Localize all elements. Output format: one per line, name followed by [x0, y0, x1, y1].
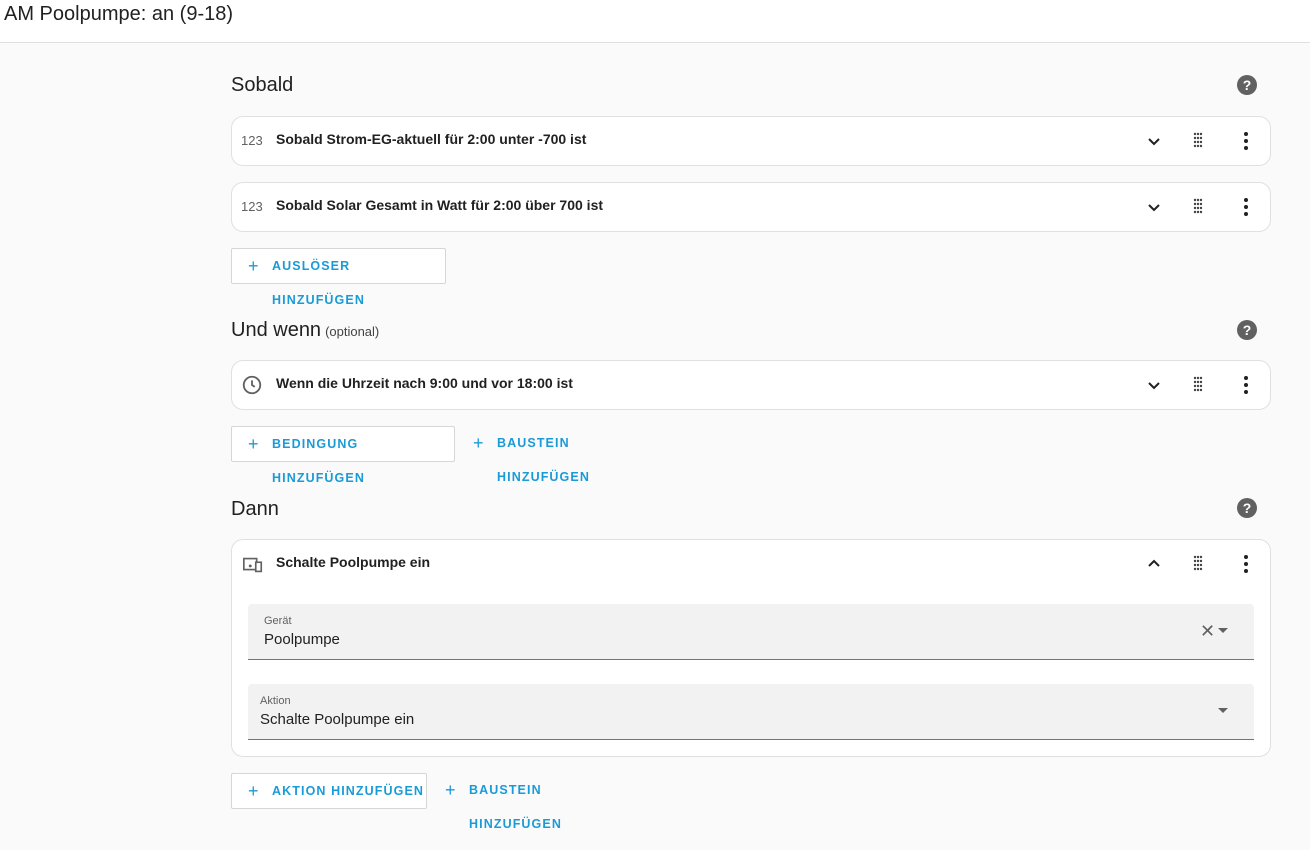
plus-icon: +: [248, 781, 259, 801]
top-bar: AM Poolpumpe: an (9-18): [0, 0, 1310, 43]
plus-icon: +: [248, 256, 259, 276]
chevron-up-icon[interactable]: [1142, 552, 1166, 576]
add-trigger-label: AUSLÖSER HINZUFÜGEN: [272, 259, 365, 307]
numeric-icon: 123: [241, 133, 263, 148]
action-card: Schalte Poolpumpe ein Gerät Poolpumpe ✕ …: [231, 539, 1271, 757]
menu-down-icon[interactable]: [1218, 708, 1228, 713]
chevron-down-icon[interactable]: [1142, 373, 1166, 397]
drag-handle-icon[interactable]: [1186, 373, 1210, 397]
action-select-field[interactable]: Aktion Schalte Poolpumpe ein: [248, 684, 1254, 740]
add-building-block-label: BAUSTEIN HINZUFÜGEN: [469, 783, 562, 831]
optional-label: (optional): [325, 324, 380, 339]
clock-icon: [242, 375, 262, 395]
condition-row[interactable]: Wenn die Uhrzeit nach 9:00 und vor 18:00…: [231, 360, 1271, 410]
add-action-label: AKTION HINZUFÜGEN: [272, 784, 425, 798]
chevron-down-icon[interactable]: [1142, 129, 1166, 153]
devices-icon: [243, 557, 263, 573]
condition-label: Wenn die Uhrzeit nach 9:00 und vor 18:00…: [276, 375, 573, 391]
plus-icon: +: [445, 780, 456, 800]
add-building-block-button[interactable]: + BAUSTEIN HINZUFÜGEN: [457, 426, 667, 484]
close-icon[interactable]: ✕: [1200, 621, 1215, 642]
triggers-help-icon[interactable]: ?: [1237, 75, 1257, 95]
dots-vertical-icon[interactable]: [1234, 195, 1258, 219]
dots-vertical-icon[interactable]: [1234, 373, 1258, 397]
chevron-down-icon[interactable]: [1142, 195, 1166, 219]
add-trigger-button[interactable]: + AUSLÖSER HINZUFÜGEN: [231, 248, 446, 307]
trigger-label: Sobald Strom-EG-aktuell für 2:00 unter -…: [276, 131, 587, 147]
drag-handle-icon[interactable]: [1186, 552, 1210, 576]
dots-vertical-icon[interactable]: [1234, 552, 1258, 576]
device-select-field[interactable]: Gerät Poolpumpe ✕: [248, 604, 1254, 660]
actions-help-icon[interactable]: ?: [1237, 498, 1257, 518]
drag-handle-icon[interactable]: [1186, 195, 1210, 219]
add-building-block-button[interactable]: + BAUSTEIN HINZUFÜGEN: [429, 773, 639, 831]
action-field-value: Schalte Poolpumpe ein: [260, 711, 415, 728]
numeric-icon: 123: [241, 199, 263, 214]
action-label[interactable]: Schalte Poolpumpe ein: [276, 554, 430, 570]
menu-down-icon[interactable]: [1218, 628, 1228, 633]
dots-vertical-icon[interactable]: [1234, 129, 1258, 153]
add-building-block-label: BAUSTEIN HINZUFÜGEN: [497, 436, 590, 484]
conditions-section-title: Und wenn (optional): [231, 319, 379, 342]
triggers-section-title: Sobald: [231, 74, 294, 96]
add-action-button[interactable]: + AKTION HINZUFÜGEN: [231, 773, 427, 809]
plus-icon: +: [473, 433, 484, 453]
device-field-label: Gerät: [264, 615, 292, 627]
plus-icon: +: [248, 434, 259, 454]
action-field-label: Aktion: [260, 695, 291, 707]
device-field-value: Poolpumpe: [264, 631, 340, 648]
page-title: AM Poolpumpe: an (9-18): [4, 3, 234, 25]
add-condition-button[interactable]: + BEDINGUNG HINZUFÜGEN: [231, 426, 455, 485]
conditions-help-icon[interactable]: ?: [1237, 320, 1257, 340]
conditions-title-text: Und wenn: [231, 319, 322, 341]
drag-handle-icon[interactable]: [1186, 129, 1210, 153]
trigger-row[interactable]: 123 Sobald Solar Gesamt in Watt für 2:00…: [231, 182, 1271, 232]
actions-section-title: Dann: [231, 498, 279, 520]
add-condition-label: BEDINGUNG HINZUFÜGEN: [272, 437, 365, 485]
trigger-row[interactable]: 123 Sobald Strom-EG-aktuell für 2:00 unt…: [231, 116, 1271, 166]
trigger-label: Sobald Solar Gesamt in Watt für 2:00 übe…: [276, 197, 604, 213]
